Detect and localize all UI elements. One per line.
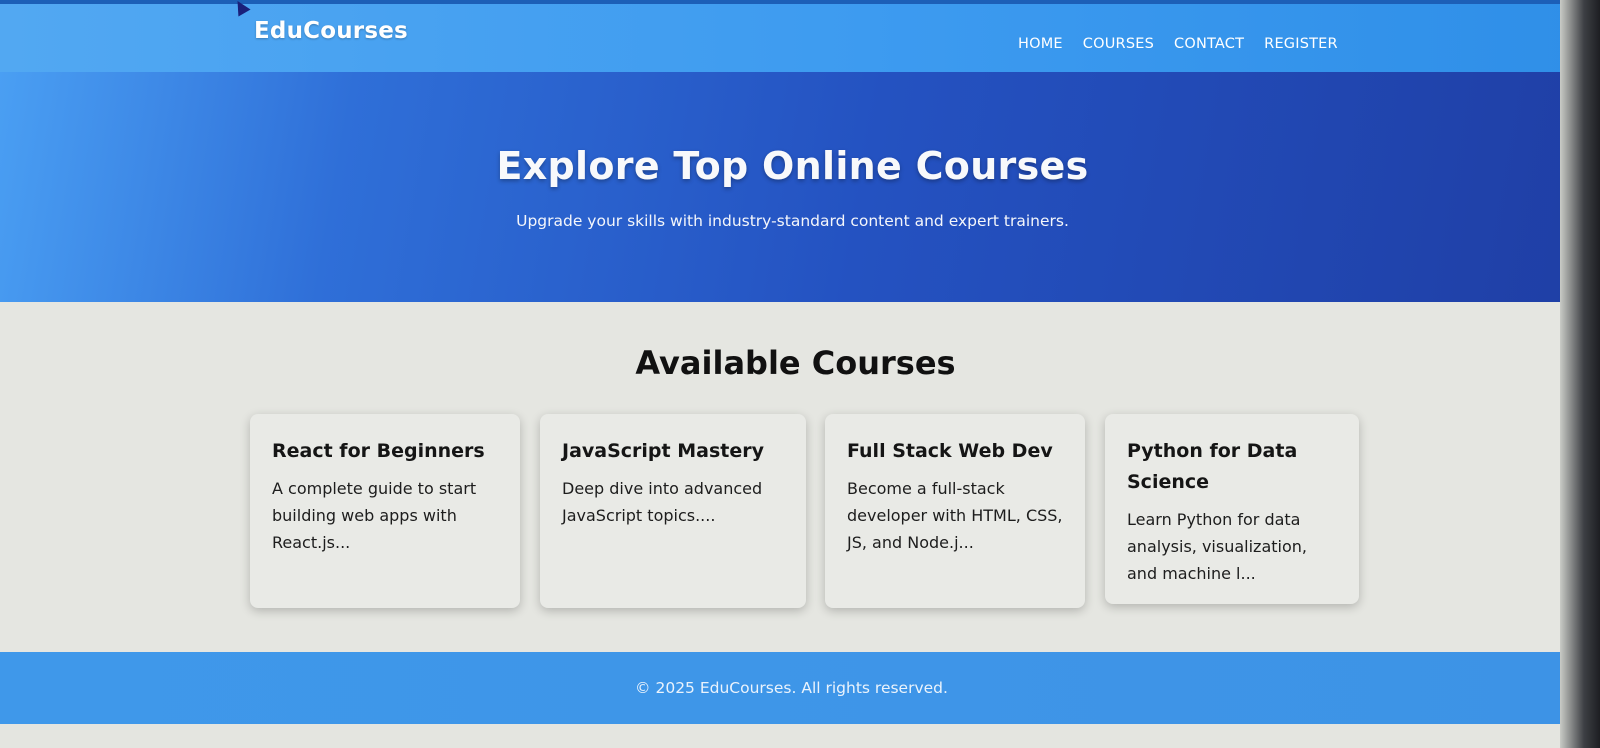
page: EduCourses HOME COURSES CONTACT REGISTER… bbox=[0, 0, 1600, 748]
courses-heading: Available Courses bbox=[635, 344, 956, 382]
course-card-description: Deep dive into advanced JavaScript topic… bbox=[562, 479, 763, 525]
hero-title: Explore Top Online Courses bbox=[496, 144, 1089, 188]
course-card-javascript[interactable]: JavaScript Mastery Deep dive into advanc… bbox=[540, 414, 806, 608]
brand-logo[interactable]: EduCourses bbox=[254, 18, 408, 44]
course-card-title: JavaScript Mastery bbox=[562, 440, 764, 462]
footer-copyright: © 2025 EduCourses. All rights reserved. bbox=[635, 679, 948, 697]
course-card-title: React for Beginners bbox=[272, 440, 485, 462]
page-bottom bbox=[0, 724, 1575, 748]
hero-section: Explore Top Online Courses Upgrade your … bbox=[0, 72, 1575, 302]
course-card-description: Become a full-stack developer with HTML,… bbox=[847, 479, 1063, 552]
nav-links: HOME COURSES CONTACT REGISTER bbox=[1018, 36, 1338, 52]
courses-section: Available Courses React for Beginners A … bbox=[0, 302, 1575, 652]
hero-subtitle: Upgrade your skills with industry-standa… bbox=[516, 212, 1069, 230]
course-card-description: Learn Python for data analysis, visualiz… bbox=[1127, 510, 1307, 583]
nav-link-contact[interactable]: CONTACT bbox=[1174, 36, 1244, 52]
course-card-fullstack[interactable]: Full Stack Web Dev Become a full-stack d… bbox=[825, 414, 1085, 608]
footer: © 2025 EduCourses. All rights reserved. bbox=[0, 652, 1575, 724]
course-card-title: Full Stack Web Dev bbox=[847, 440, 1053, 462]
course-card-description: A complete guide to start building web a… bbox=[272, 479, 477, 552]
course-card-python[interactable]: Python for Data Science Learn Python for… bbox=[1105, 414, 1359, 604]
nav-link-home[interactable]: HOME bbox=[1018, 36, 1063, 52]
course-card-title: Python for Data Science bbox=[1127, 440, 1298, 493]
course-card-react[interactable]: React for Beginners A complete guide to … bbox=[250, 414, 520, 608]
nav-link-register[interactable]: REGISTER bbox=[1264, 36, 1338, 52]
screen-edge bbox=[1560, 0, 1600, 748]
nav-link-courses[interactable]: COURSES bbox=[1083, 36, 1154, 52]
